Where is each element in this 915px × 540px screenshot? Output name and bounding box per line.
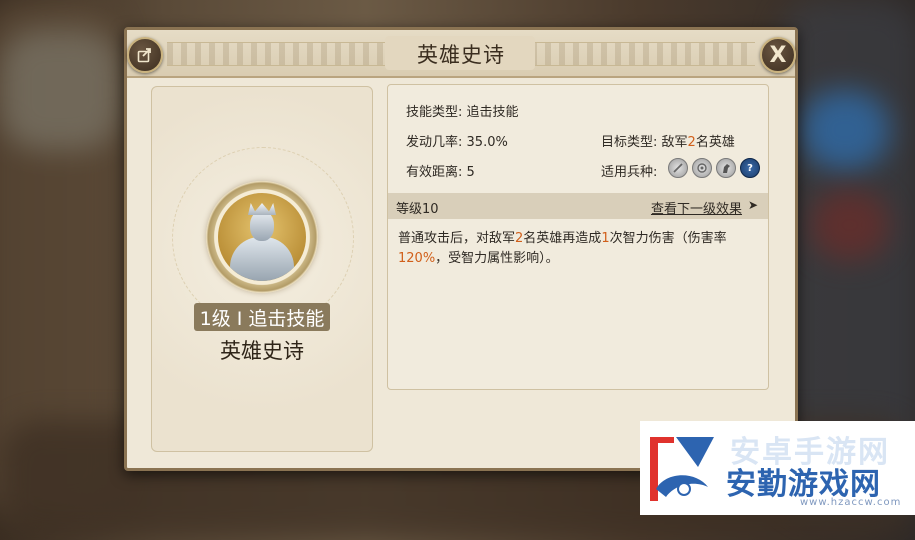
skill-dialog: 英雄史诗 X 1级 I 追击技能 英雄史诗 技能类型: 追击技能 发动几率: 3 — [124, 27, 798, 471]
statue-head — [250, 211, 274, 241]
target-type-row: 目标类型: 敌军2名英雄 — [601, 131, 735, 150]
skill-description: 普通攻击后，对敌军2名英雄再造成1次智力伤害（伤害率120%，受智力属性影响）。 — [398, 229, 758, 269]
horse-icon[interactable] — [716, 158, 736, 178]
desc-text: ，受智力属性影响）。 — [435, 251, 559, 266]
question-icon[interactable]: ? — [740, 158, 760, 178]
desc-text: 名英雄再造成 — [523, 231, 602, 246]
background-blur — [810, 190, 890, 260]
close-button[interactable]: X — [760, 37, 796, 73]
skill-type-value: 追击技能 — [466, 105, 519, 120]
range-row: 有效距离: 5 — [406, 161, 475, 180]
target-type-prefix: 敌军 — [661, 135, 688, 150]
target-icon[interactable] — [692, 158, 712, 178]
target-type-suffix: 名英雄 — [695, 135, 735, 150]
statue-icon — [230, 237, 294, 281]
background-blur — [800, 90, 890, 170]
trigger-rate-value: 35.0% — [466, 135, 508, 150]
troop-type-row: 适用兵种: — [601, 161, 657, 180]
range-label: 有效距离: — [406, 165, 463, 180]
dialog-title: 英雄史诗 — [417, 43, 505, 67]
arrow-right-icon: ➤ — [747, 198, 758, 212]
watermark-url: www.hzaccw.com — [800, 497, 902, 508]
range-value: 5 — [466, 165, 475, 180]
troop-icons: ? — [668, 158, 760, 178]
share-button[interactable] — [127, 37, 163, 73]
troop-type-label: 适用兵种: — [601, 165, 658, 180]
desc-text: 普通攻击后，对敌军 — [398, 231, 516, 246]
skill-type-label: 技能类型: — [406, 105, 463, 120]
trigger-rate-label: 发动几率: — [406, 135, 463, 150]
trigger-rate-row: 发动几率: 35.0% — [406, 131, 508, 150]
next-level-link[interactable]: 查看下一级效果 — [651, 198, 742, 217]
sword-icon[interactable] — [668, 158, 688, 178]
level-bar: 等级10 查看下一级效果 ➤ — [388, 193, 768, 219]
skill-level-badge: 1级 I 追击技能 — [194, 303, 330, 331]
share-icon — [137, 48, 151, 63]
desc-damage-rate: 120% — [398, 251, 436, 266]
desc-text: 次智力伤害（伤害率 — [609, 231, 727, 246]
close-icon: X — [769, 42, 787, 68]
desc-hit-count: 1 — [601, 231, 610, 246]
watermark-logo-icon — [650, 437, 714, 501]
skill-type-row: 技能类型: 追击技能 — [406, 101, 519, 120]
site-watermark: 安卓手游网 安勤游戏网 www.hzaccw.com — [640, 421, 915, 515]
skill-avatar — [218, 193, 306, 281]
skill-portrait-card: 1级 I 追击技能 英雄史诗 — [151, 86, 373, 452]
dialog-title-bar: 英雄史诗 X — [127, 30, 796, 78]
skill-level: 等级10 — [396, 202, 439, 217]
target-count: 2 — [687, 135, 696, 150]
crown-icon — [248, 203, 276, 215]
target-type-label: 目标类型: — [601, 135, 658, 150]
skill-name: 英雄史诗 — [220, 339, 304, 363]
skill-details-card: 技能类型: 追击技能 发动几率: 35.0% 目标类型: 敌军2名英雄 有效距离… — [387, 84, 769, 390]
background-blur — [0, 30, 120, 150]
